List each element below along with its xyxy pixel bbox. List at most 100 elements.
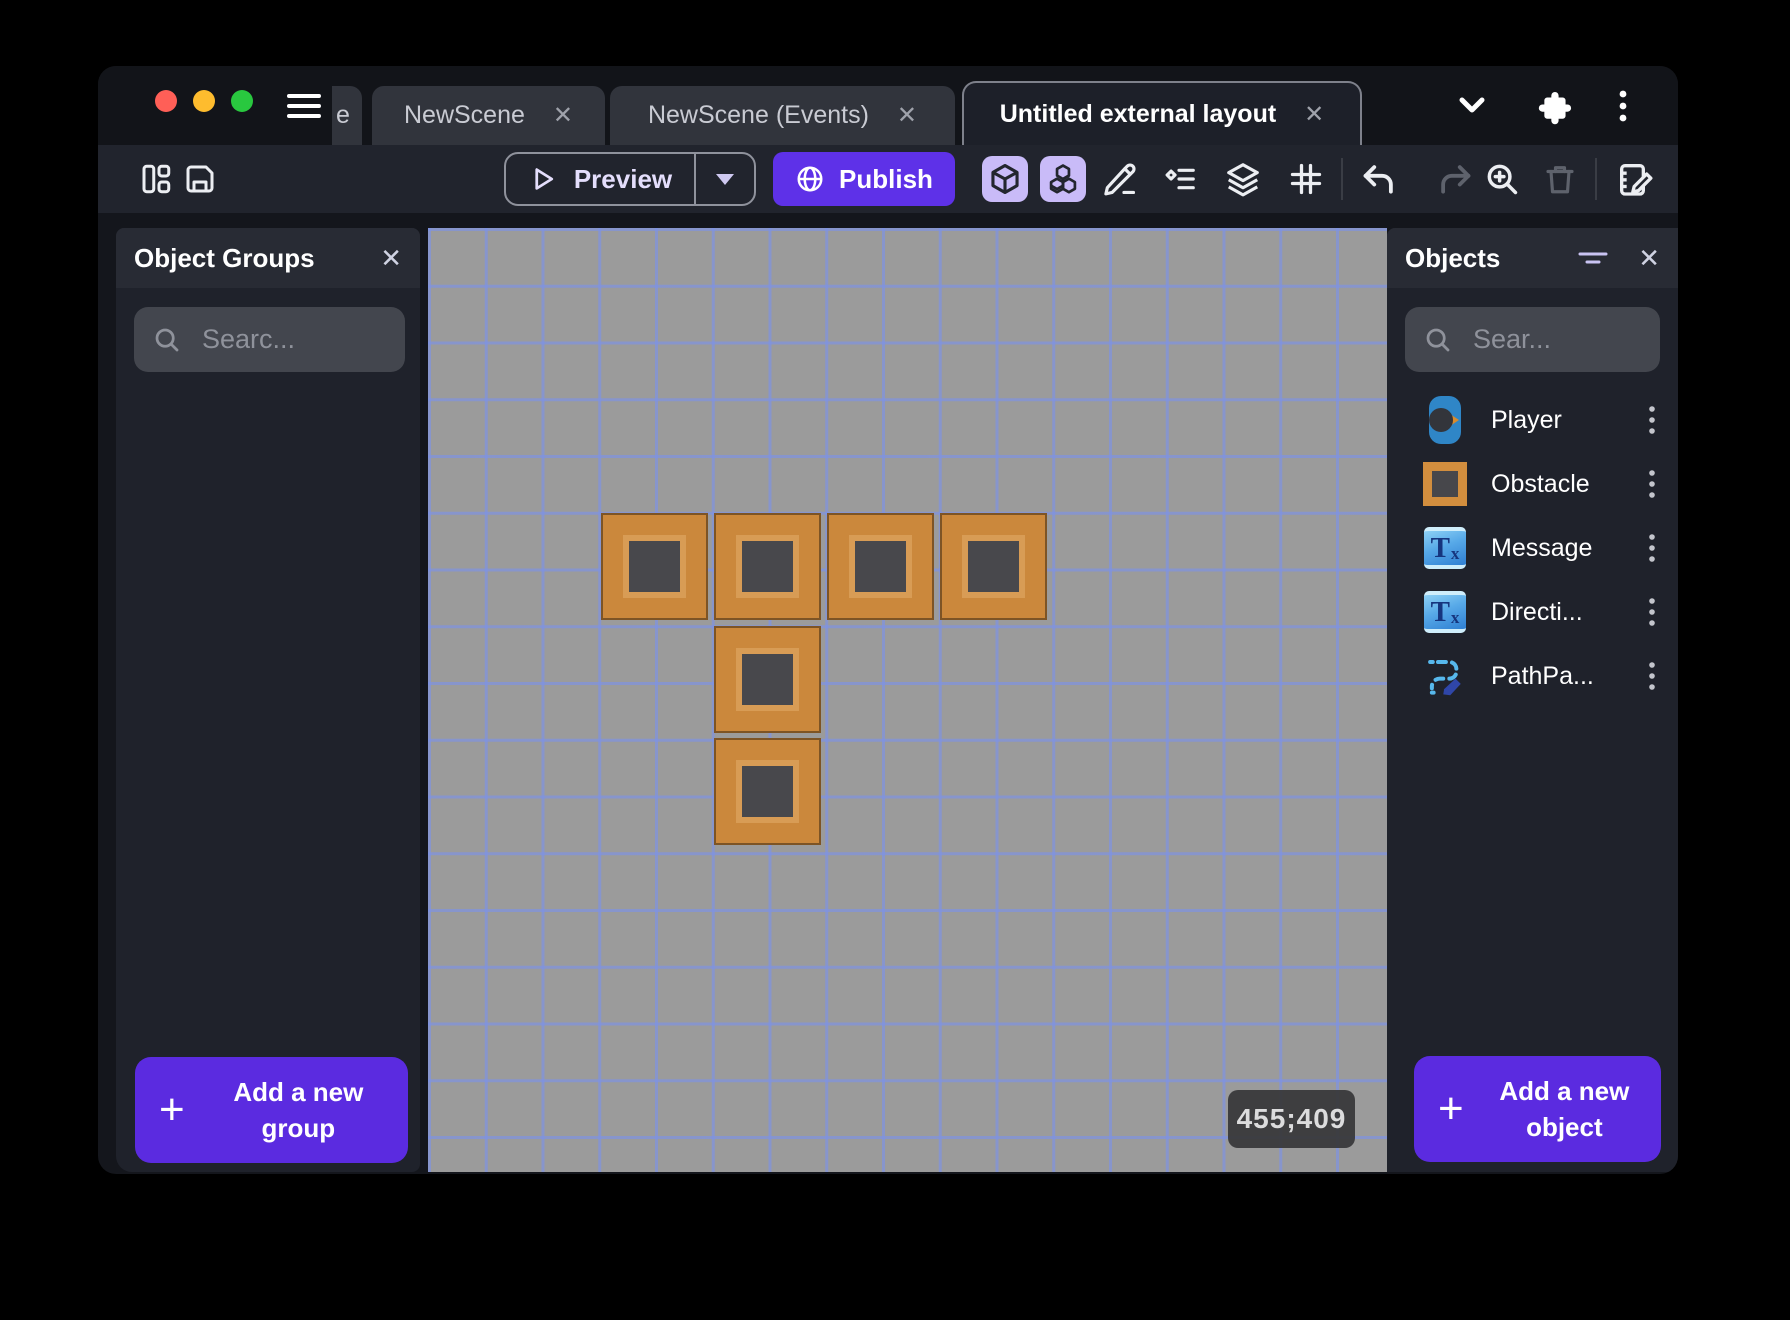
tab-close-icon[interactable]: ✕	[1304, 100, 1324, 129]
kebab-icon[interactable]	[1618, 89, 1628, 128]
add-group-label-line1: Add a new	[233, 1077, 363, 1107]
edit-scene-icon[interactable]	[1615, 159, 1655, 199]
project-manager-icon[interactable]	[138, 161, 174, 197]
toolbar: Preview Publish	[98, 145, 1678, 213]
tab-close-icon[interactable]: ✕	[897, 101, 917, 130]
obstacle-instance[interactable]	[714, 513, 821, 620]
add-group-label-line2: group	[262, 1113, 336, 1143]
filter-icon[interactable]	[1576, 245, 1610, 271]
obstacle-center	[736, 535, 799, 598]
cube-icon[interactable]	[982, 156, 1028, 202]
close-icon[interactable]: ✕	[1638, 243, 1660, 274]
preview-dropdown-button[interactable]	[696, 154, 754, 204]
player-icon	[1423, 396, 1467, 444]
text-object-icon: Tx	[1423, 591, 1467, 633]
tab-untitled-external-layout[interactable]: Untitled external layout ✕	[962, 81, 1362, 145]
object-row-direction[interactable]: Tx Directi...	[1387, 580, 1678, 644]
tab-label: NewScene (Events)	[648, 101, 869, 130]
play-icon	[528, 164, 558, 194]
obstacle-instance[interactable]	[827, 513, 934, 620]
add-object-label-line1: Add a new	[1499, 1076, 1629, 1106]
close-icon[interactable]: ✕	[380, 243, 402, 274]
preview-button[interactable]: Preview	[504, 152, 756, 206]
redo-icon[interactable]	[1436, 160, 1474, 198]
cursor-coordinates-badge: 455;409	[1228, 1090, 1355, 1148]
obstacle-instance[interactable]	[714, 738, 821, 845]
tab-label: Untitled external layout	[1000, 100, 1276, 129]
layers-icon[interactable]	[1224, 160, 1262, 198]
window-minimize-button[interactable]	[193, 90, 215, 112]
tab-newscene-events[interactable]: NewScene (Events) ✕	[610, 86, 955, 145]
kebab-icon[interactable]	[1648, 661, 1656, 691]
obstacle-center	[849, 535, 912, 598]
object-label: Obstacle	[1491, 470, 1590, 499]
add-group-button[interactable]: + Add a new group	[135, 1057, 408, 1163]
object-row-message[interactable]: Tx Message	[1387, 516, 1678, 580]
toolbar-divider	[1595, 158, 1597, 200]
search-input[interactable]	[200, 323, 387, 356]
save-icon[interactable]	[182, 161, 218, 197]
publish-button[interactable]: Publish	[773, 152, 955, 206]
search-input[interactable]	[1471, 323, 1642, 356]
globe-icon	[795, 164, 825, 194]
obstacle-center	[623, 535, 686, 598]
object-row-obstacle[interactable]: Obstacle	[1387, 452, 1678, 516]
kebab-icon[interactable]	[1648, 597, 1656, 627]
object-label: Message	[1491, 534, 1592, 563]
kebab-icon[interactable]	[1648, 533, 1656, 563]
object-groups-header: Object Groups ✕	[116, 228, 420, 288]
objects-search[interactable]	[1405, 307, 1660, 372]
object-row-pathpaint[interactable]: PathPa...	[1387, 644, 1678, 708]
caret-down-icon	[713, 171, 737, 187]
path-paint-icon	[1423, 655, 1467, 697]
window-close-button[interactable]	[155, 90, 177, 112]
obstacle-instance[interactable]	[601, 513, 708, 620]
publish-label: Publish	[839, 164, 933, 195]
trash-icon[interactable]	[1542, 161, 1578, 197]
add-object-button[interactable]: + Add a new object	[1414, 1056, 1661, 1162]
objects-panel: Objects ✕ Player	[1387, 228, 1678, 1172]
puzzle-icon[interactable]	[1535, 88, 1573, 131]
text-object-icon: Tx	[1423, 527, 1467, 569]
preview-label: Preview	[574, 164, 672, 195]
obstacle-instance[interactable]	[940, 513, 1047, 620]
window-zoom-button[interactable]	[231, 90, 253, 112]
zoom-in-icon[interactable]	[1483, 160, 1521, 198]
obstacle-center	[736, 760, 799, 823]
toolbar-divider	[1341, 158, 1343, 200]
search-icon	[152, 325, 182, 355]
objects-list: Player Obstacle Tx	[1387, 388, 1678, 708]
tab-bar: e NewScene ✕ NewScene (Events) ✕ Untitle…	[98, 66, 1678, 145]
app-window: e NewScene ✕ NewScene (Events) ✕ Untitle…	[98, 66, 1678, 1174]
kebab-icon[interactable]	[1648, 469, 1656, 499]
object-groups-search[interactable]	[134, 307, 405, 372]
obstacle-icon	[1423, 462, 1467, 506]
tab-label: NewScene	[404, 101, 525, 130]
objects-header: Objects ✕	[1387, 228, 1678, 288]
add-object-label-line2: object	[1526, 1112, 1603, 1142]
grid-icon[interactable]	[1288, 161, 1324, 197]
tab-hidden-partial[interactable]: e	[332, 86, 362, 145]
tab-newscene[interactable]: NewScene ✕	[372, 86, 605, 145]
object-label: Player	[1491, 406, 1562, 435]
object-label: Directi...	[1491, 598, 1583, 627]
panel-title: Objects	[1405, 243, 1500, 274]
hamburger-icon[interactable]	[286, 91, 322, 126]
panel-title: Object Groups	[134, 243, 315, 274]
tab-close-icon[interactable]: ✕	[553, 101, 573, 130]
obstacle-center	[736, 648, 799, 711]
scene-canvas[interactable]: 455;409	[428, 228, 1387, 1172]
obstacle-instance[interactable]	[714, 626, 821, 733]
chevron-down-icon[interactable]	[1456, 94, 1488, 123]
search-icon	[1423, 325, 1453, 355]
stacked-cubes-icon[interactable]	[1040, 156, 1086, 202]
screenshot-stage: e NewScene ✕ NewScene (Events) ✕ Untitle…	[0, 0, 1790, 1320]
tab-label: e	[336, 101, 350, 130]
kebab-icon[interactable]	[1648, 405, 1656, 435]
obstacle-center	[962, 535, 1025, 598]
undo-icon[interactable]	[1360, 160, 1398, 198]
object-row-player[interactable]: Player	[1387, 388, 1678, 452]
pencil-icon[interactable]	[1101, 160, 1139, 198]
object-label: PathPa...	[1491, 662, 1594, 691]
instances-list-icon[interactable]	[1160, 160, 1198, 198]
